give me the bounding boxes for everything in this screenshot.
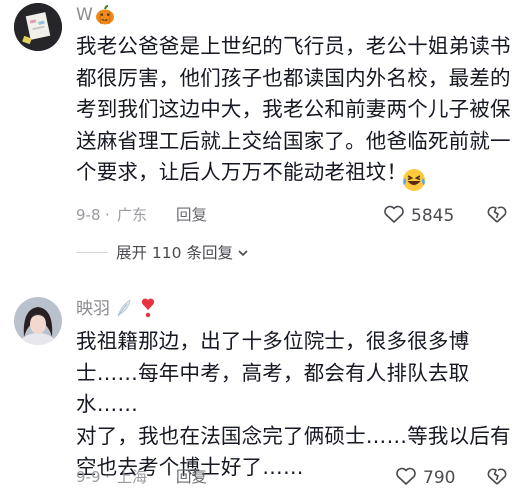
broken-heart-icon[interactable] [486, 466, 508, 490]
comment-location: 广东 [117, 206, 148, 224]
meta-dot: · [105, 468, 110, 486]
avatar-image [14, 3, 62, 51]
username[interactable]: W [76, 5, 93, 25]
comment-location: 上海 [117, 468, 148, 486]
feather-icon [115, 298, 133, 322]
broken-heart-icon[interactable] [486, 204, 508, 228]
heart-exclamation-icon [141, 297, 155, 323]
like-button[interactable]: 5845 [383, 204, 454, 228]
reply-button[interactable]: 回复 [176, 206, 207, 224]
comment-date: 9-8 [76, 206, 101, 224]
avatar[interactable] [14, 297, 62, 345]
username[interactable]: 映羽 [76, 299, 110, 319]
like-count: 5845 [411, 206, 455, 226]
expand-replies-button[interactable]: 展开 110 条回复 [76, 243, 249, 262]
like-count: 790 [423, 468, 456, 488]
comment-item: 映羽 我祖籍那边，出了十多位院士，很多很多博 士……每年中考，高考，都会有人排队… [0, 280, 524, 496]
avatar[interactable] [14, 3, 62, 51]
expand-divider [76, 252, 108, 253]
reply-button[interactable]: 回复 [176, 468, 207, 486]
comment-text: 我祖籍那边，出了十多位院士，很多很多博 士……每年中考，高考，都会有人排队去取水… [76, 329, 511, 479]
like-button[interactable]: 790 [395, 466, 455, 490]
chevron-down-icon [237, 243, 249, 262]
heart-outline-icon [383, 204, 405, 228]
heart-outline-icon [395, 466, 417, 490]
laughing-tears-emoji-icon [402, 168, 426, 196]
comment-item: W 我老公爸爸是上世纪的飞行员，老公十姐弟读书 都很厉害，他们孩子也都读国内外名… [0, 0, 524, 280]
comment-date: 9-9 [76, 468, 101, 486]
meta-dot: · [105, 206, 110, 224]
comment-text: 我老公爸爸是上世纪的飞行员，老公十姐弟读书 都很厉害，他们孩子也都读国内外名校，… [76, 34, 511, 184]
pumpkin-icon [95, 5, 115, 29]
expand-replies-label: 展开 110 条回复 [116, 243, 233, 262]
avatar-image [14, 297, 62, 345]
